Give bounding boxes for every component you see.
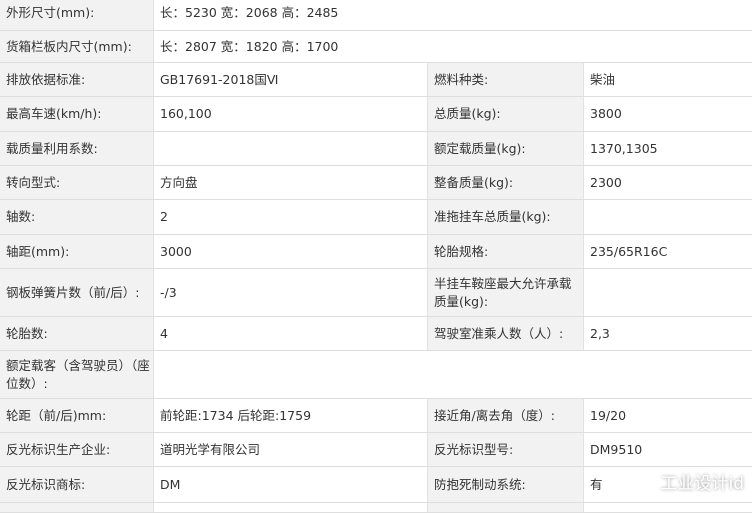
spec-row-outer-dimensions: 外形尺寸(mm): 长：5230 宽：2068 高：2485 bbox=[0, 0, 752, 31]
label-reflector-maker: 反光标识生产企业: bbox=[0, 433, 154, 466]
spec-row-passengers: 额定载客（含驾驶员）（座位数）: bbox=[0, 351, 752, 399]
label-approach-departure: 接近角/离去角（度）: bbox=[428, 399, 584, 432]
label-curb-mass: 整备质量(kg): bbox=[428, 166, 584, 199]
label-cargo-dimensions: 货箱栏板内尺寸(mm): bbox=[0, 31, 154, 62]
spec-row-cargo-dimensions: 货箱栏板内尺寸(mm): 长：2807 宽：1820 高：1700 bbox=[0, 31, 752, 63]
value-outer-dimensions: 长：5230 宽：2068 高：2485 bbox=[154, 0, 752, 30]
watermark: 工业设计id bbox=[632, 469, 744, 494]
label-emission-standard: 排放依据标准: bbox=[0, 63, 154, 96]
label-rated-passengers: 额定载客（含驾驶员）（座位数）: bbox=[0, 351, 154, 398]
value-wheelbase: 3000 bbox=[154, 235, 428, 268]
wechat-icon bbox=[634, 473, 653, 489]
spec-row-reflector-maker: 反光标识生产企业: 道明光学有限公司 反光标识型号: DM9510 bbox=[0, 433, 752, 467]
label-tire-count: 轮胎数: bbox=[0, 317, 154, 350]
value-tire-spec: 235/65R16C bbox=[584, 235, 752, 268]
spec-row-wheelbase: 轴距(mm): 3000 轮胎规格: 235/65R16C bbox=[0, 235, 752, 269]
value-total-mass: 3800 bbox=[584, 97, 752, 131]
value-emission-standard: GB17691-2018国Ⅵ bbox=[154, 63, 428, 96]
label-cab-occupants: 驾驶室准乘人数（人）: bbox=[428, 317, 584, 350]
spec-row-speed: 最高车速(km/h): 160,100 总质量(kg): 3800 bbox=[0, 97, 752, 132]
value-approach-departure: 19/20 bbox=[584, 399, 752, 432]
label-track-width: 轮距（前/后)mm: bbox=[0, 399, 154, 432]
label-abs: 防抱死制动系统: bbox=[428, 467, 584, 502]
value-curb-mass: 2300 bbox=[584, 166, 752, 199]
label-tire-spec: 轮胎规格: bbox=[428, 235, 584, 268]
value-load-coefficient bbox=[154, 132, 428, 165]
spec-row-steering: 转向型式: 方向盘 整备质量(kg): 2300 bbox=[0, 166, 752, 200]
watermark-text: 工业设计id bbox=[660, 474, 744, 494]
spec-row-load: 载质量利用系数: 额定载质量(kg): 1370,1305 bbox=[0, 132, 752, 166]
label-axle-count: 轴数: bbox=[0, 200, 154, 234]
label-saddle-load: 半挂车鞍座最大允许承载质量(kg): bbox=[428, 269, 584, 316]
value-max-speed: 160,100 bbox=[154, 97, 428, 131]
label-steering-type: 转向型式: bbox=[0, 166, 154, 199]
value-leaf-springs: -/3 bbox=[154, 269, 428, 316]
label-load-coefficient: 载质量利用系数: bbox=[0, 132, 154, 165]
value-reflector-maker: 道明光学有限公司 bbox=[154, 433, 428, 466]
label-reflector-model: 反光标识型号: bbox=[428, 433, 584, 466]
value-saddle-load bbox=[584, 269, 752, 316]
spec-row-axles: 轴数: 2 准拖挂车总质量(kg): bbox=[0, 200, 752, 235]
spec-row-emission: 排放依据标准: GB17691-2018国Ⅵ 燃料种类: 柴油 bbox=[0, 63, 752, 97]
spec-row-springs: 钢板弹簧片数（前/后）: -/3 半挂车鞍座最大允许承载质量(kg): bbox=[0, 269, 752, 317]
value-fuel-type: 柴油 bbox=[584, 63, 752, 96]
label-rated-load: 额定载质量(kg): bbox=[428, 132, 584, 165]
value-cargo-dimensions: 长：2807 宽：1820 高：1700 bbox=[154, 31, 752, 62]
value-trailer-mass bbox=[584, 200, 752, 234]
spec-row-next bbox=[0, 503, 752, 513]
label-leaf-springs: 钢板弹簧片数（前/后）: bbox=[0, 269, 154, 316]
spec-row-tires: 轮胎数: 4 驾驶室准乘人数（人）: 2,3 bbox=[0, 317, 752, 351]
label-total-mass: 总质量(kg): bbox=[428, 97, 584, 131]
label-trailer-mass: 准拖挂车总质量(kg): bbox=[428, 200, 584, 234]
spec-table: 外形尺寸(mm): 长：5230 宽：2068 高：2485 货箱栏板内尺寸(m… bbox=[0, 0, 752, 513]
label-max-speed: 最高车速(km/h): bbox=[0, 97, 154, 131]
value-steering-type: 方向盘 bbox=[154, 166, 428, 199]
value-cab-occupants: 2,3 bbox=[584, 317, 752, 350]
value-reflector-brand: DM bbox=[154, 467, 428, 502]
value-track-width: 前轮距:1734 后轮距:1759 bbox=[154, 399, 428, 432]
value-rated-passengers bbox=[154, 351, 752, 398]
spec-row-track: 轮距（前/后)mm: 前轮距:1734 后轮距:1759 接近角/离去角（度）:… bbox=[0, 399, 752, 433]
value-rated-load: 1370,1305 bbox=[584, 132, 752, 165]
value-tire-count: 4 bbox=[154, 317, 428, 350]
label-outer-dimensions: 外形尺寸(mm): bbox=[0, 0, 154, 30]
label-fuel-type: 燃料种类: bbox=[428, 63, 584, 96]
value-reflector-model: DM9510 bbox=[584, 433, 752, 466]
label-wheelbase: 轴距(mm): bbox=[0, 235, 154, 268]
value-axle-count: 2 bbox=[154, 200, 428, 234]
label-reflector-brand: 反光标识商标: bbox=[0, 467, 154, 502]
